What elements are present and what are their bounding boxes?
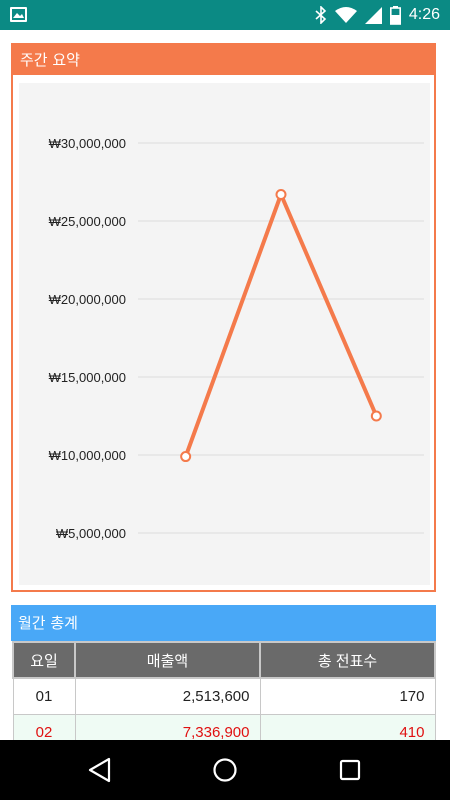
bluetooth-icon	[315, 6, 327, 24]
data-point	[275, 188, 287, 200]
y-tick-label: ₩15,000,000	[49, 370, 126, 385]
column-header-slips: 총 전표수	[259, 641, 436, 679]
home-icon[interactable]	[210, 755, 240, 785]
back-icon[interactable]	[85, 755, 115, 785]
recents-icon[interactable]	[335, 755, 365, 785]
battery-icon	[389, 5, 401, 25]
monthly-table: 요일 매출액 총 전표수 01 2,513,600 170 02 7,336,9…	[12, 641, 436, 751]
column-header-sales: 매출액	[74, 641, 261, 679]
table-row[interactable]: 01 2,513,600 170	[12, 677, 436, 715]
data-point	[370, 410, 382, 422]
cell-day: 01	[12, 677, 76, 715]
weekly-summary-title: 주간 요약	[13, 45, 434, 75]
data-point	[180, 451, 192, 463]
cell-slips: 170	[259, 677, 436, 715]
y-tick-label: ₩20,000,000	[49, 292, 126, 307]
cell-sales: 2,513,600	[74, 677, 261, 715]
weekly-summary-card: 주간 요약 ₩0₩5,000,000₩10,000,000₩15,000,000…	[11, 43, 436, 592]
navigation-bar	[0, 740, 450, 800]
signal-icon	[364, 6, 382, 24]
weekly-chart-svg: ₩0₩5,000,000₩10,000,000₩15,000,000₩20,00…	[49, 136, 424, 541]
image-icon	[10, 7, 27, 22]
monthly-total-card: 월간 총계 요일 매출액 총 전표수 01 2,513,600 170 02 7…	[11, 605, 436, 751]
column-header-day: 요일	[12, 641, 76, 679]
table-header-row: 요일 매출액 총 전표수	[12, 641, 436, 679]
series-line	[183, 192, 379, 458]
weekly-chart: ₩0₩5,000,000₩10,000,000₩15,000,000₩20,00…	[19, 83, 430, 585]
y-tick-label: ₩10,000,000	[49, 448, 126, 463]
monthly-total-title: 월간 총계	[11, 605, 436, 641]
wifi-icon	[334, 6, 357, 24]
clock: 4:26	[408, 6, 440, 23]
status-bar: 4:26	[0, 0, 450, 30]
y-tick-label: ₩5,000,000	[56, 526, 126, 541]
y-tick-label: ₩30,000,000	[49, 136, 126, 151]
y-tick-label: ₩25,000,000	[49, 214, 126, 229]
